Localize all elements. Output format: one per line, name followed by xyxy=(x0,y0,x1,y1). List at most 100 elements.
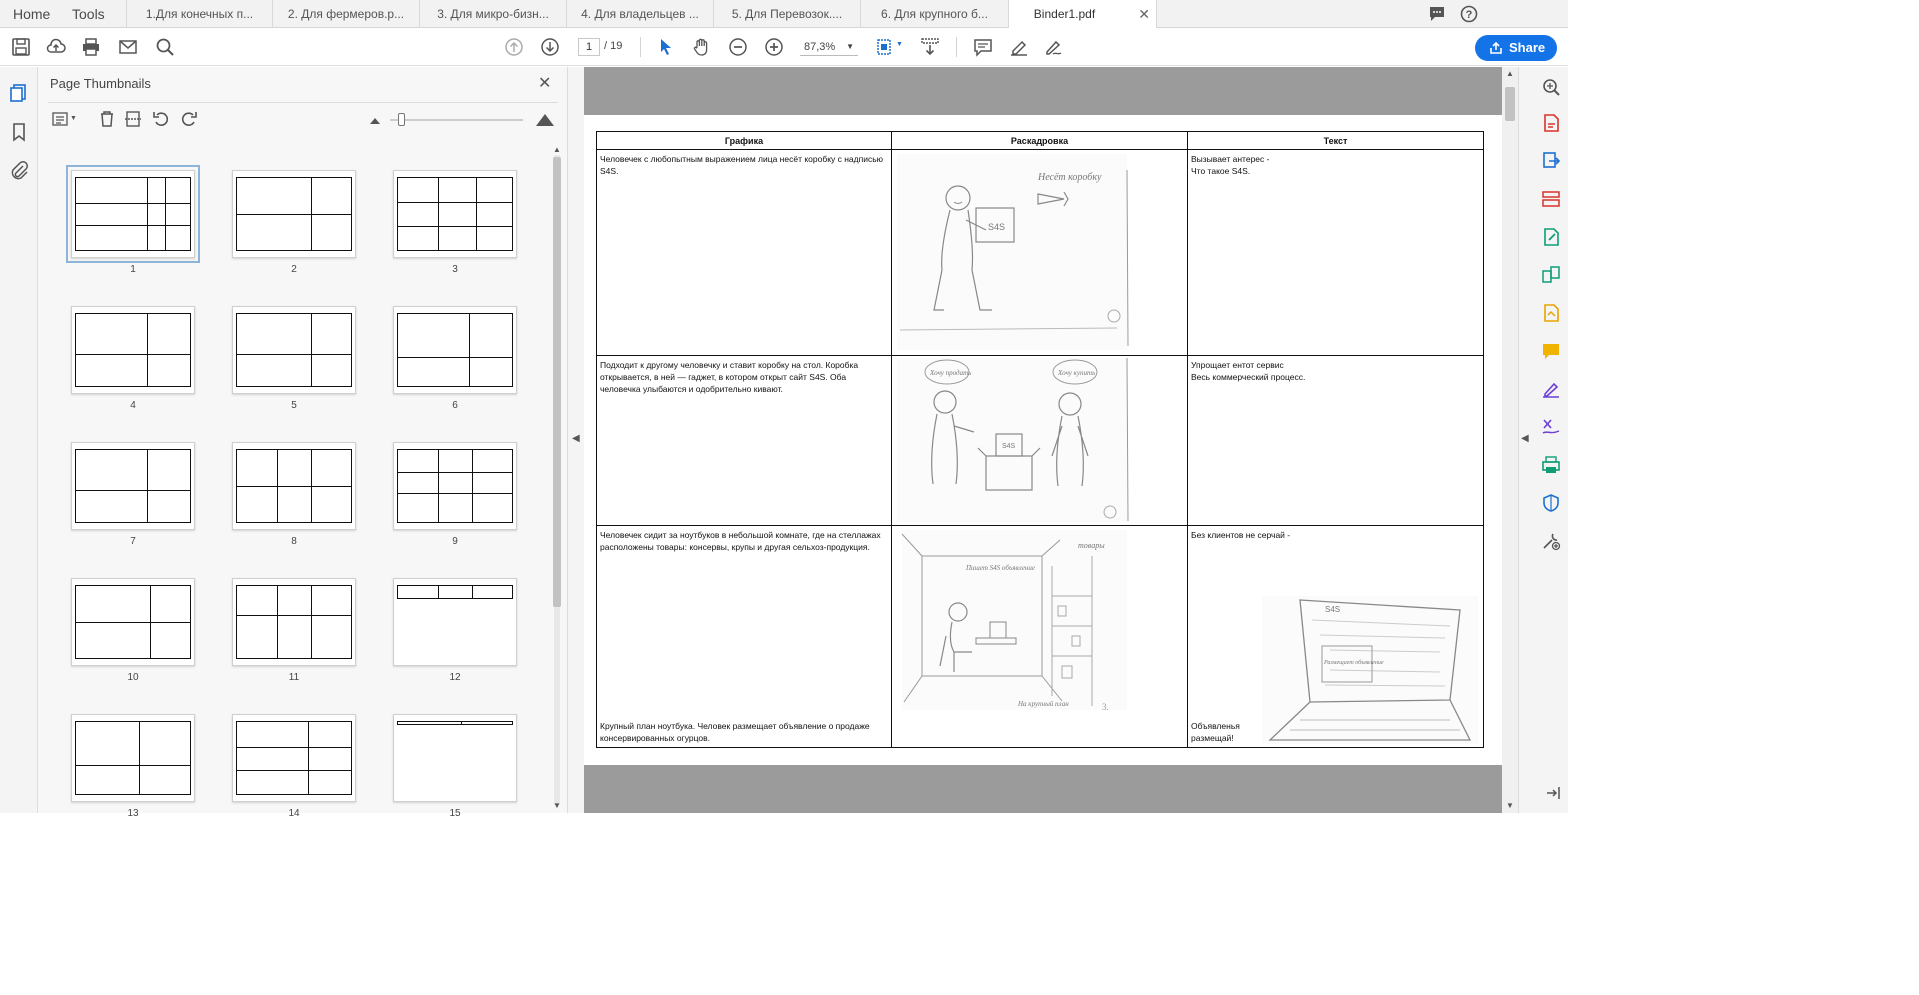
panel-splitter[interactable]: ◀ xyxy=(567,67,584,813)
zoom-level-select[interactable]: 87,3% ▼ xyxy=(800,38,858,56)
page-thumbnail[interactable] xyxy=(393,578,517,666)
options-menu-icon[interactable] xyxy=(52,111,70,127)
email-icon[interactable] xyxy=(118,37,138,57)
page-thumbnail[interactable] xyxy=(66,165,200,263)
thumbnail-page-number: 4 xyxy=(130,400,136,411)
scroll-down-icon[interactable]: ▼ xyxy=(553,801,561,810)
page-thumbnail[interactable] xyxy=(71,714,195,802)
organize-pages-icon[interactable] xyxy=(1541,189,1561,209)
text-cell: Вызывает антерес - Что такое S4S. xyxy=(1187,149,1484,356)
upload-cloud-icon[interactable] xyxy=(46,37,66,57)
page-thumbnail[interactable] xyxy=(232,714,356,802)
sketch-device-label: S4S xyxy=(1002,443,1016,450)
document-scrollbar-knob[interactable] xyxy=(1505,87,1515,121)
combine-files-icon[interactable] xyxy=(1541,265,1561,285)
page-thumbnail[interactable] xyxy=(393,714,517,802)
text-line: Без клиентов не серчай - xyxy=(1191,530,1291,540)
expand-tools-icon[interactable]: ◀ xyxy=(1521,433,1529,444)
fit-page-chevron-icon[interactable]: ▼ xyxy=(896,41,903,48)
print-production-icon[interactable] xyxy=(1541,455,1561,475)
export-pdf-icon[interactable] xyxy=(1541,151,1561,171)
zoom-in-icon[interactable] xyxy=(764,37,784,57)
document-tab[interactable]: 3. Для микро-бизн... xyxy=(419,0,566,28)
text-line: Объявленья xyxy=(1191,721,1240,731)
thumbnail-scrollbar[interactable]: ▲ ▼ xyxy=(552,145,562,813)
options-chevron-icon[interactable]: ▼ xyxy=(70,115,77,122)
search-icon[interactable] xyxy=(155,37,175,57)
edit-pdf-icon[interactable] xyxy=(1541,227,1561,247)
document-tab-active[interactable]: Binder1.pdf ✕ xyxy=(1008,0,1157,28)
page-thumbnail[interactable] xyxy=(71,306,195,394)
protect-icon[interactable] xyxy=(1541,493,1561,513)
thumbnail-scrollbar-knob[interactable] xyxy=(553,157,561,607)
request-signature-icon[interactable] xyxy=(1541,417,1561,437)
attachment-icon[interactable] xyxy=(9,160,29,180)
document-tab[interactable]: 1.Для конечных п... xyxy=(126,0,272,28)
document-scrollbar[interactable]: ▲ ▼ xyxy=(1502,67,1518,813)
chevron-down-icon: ▼ xyxy=(846,42,854,51)
rotate-right-icon[interactable] xyxy=(180,110,198,128)
save-icon[interactable] xyxy=(11,37,31,57)
highlight-pen-icon[interactable] xyxy=(1009,37,1029,57)
page-thumbnail[interactable] xyxy=(393,170,517,258)
scroll-down-icon[interactable]: ▼ xyxy=(1506,801,1514,810)
document-tab[interactable]: 6. Для крупного б... xyxy=(860,0,1008,28)
page-thumbnail[interactable] xyxy=(71,442,195,530)
delete-page-icon[interactable] xyxy=(98,110,116,128)
rotate-left-icon[interactable] xyxy=(152,110,170,128)
scroll-up-icon[interactable]: ▲ xyxy=(553,145,561,154)
page-thumbnail[interactable] xyxy=(232,578,356,666)
slider-handle[interactable] xyxy=(398,113,405,126)
hand-tool-icon[interactable] xyxy=(692,37,712,57)
zoom-out-icon[interactable] xyxy=(728,37,748,57)
text-cell: Без клиентов не серчай - S4S Размещает о… xyxy=(1187,525,1484,748)
collapse-rail-icon[interactable] xyxy=(1545,785,1561,801)
document-tab[interactable]: 5. Для Перевозок.... xyxy=(713,0,860,28)
document-viewer[interactable]: Графика Раскадровка Текст Человечек с лю… xyxy=(584,67,1502,813)
thumbnail-size-slider[interactable] xyxy=(390,119,523,121)
previous-page-icon[interactable] xyxy=(504,37,524,57)
page-number-input[interactable]: 1 xyxy=(578,38,600,56)
scroll-mode-icon[interactable] xyxy=(920,37,940,57)
fill-and-sign-icon[interactable] xyxy=(1541,379,1561,399)
page-thumbnail[interactable] xyxy=(232,170,356,258)
comment-tool-icon[interactable] xyxy=(1541,341,1561,361)
next-page-icon[interactable] xyxy=(540,37,560,57)
home-tab[interactable]: Home xyxy=(13,0,50,28)
extract-page-icon[interactable] xyxy=(124,110,142,128)
page-thumbnail[interactable] xyxy=(232,442,356,530)
thumbnail-page-number: 6 xyxy=(452,400,458,411)
help-icon[interactable]: ? xyxy=(1460,5,1478,23)
create-pdf-icon[interactable] xyxy=(1541,113,1561,133)
sketch-bubble-left: Хочу продать xyxy=(929,369,971,377)
enlarge-thumbnails-icon[interactable] xyxy=(535,111,555,127)
comment-icon[interactable] xyxy=(1428,5,1446,23)
print-icon[interactable] xyxy=(81,37,101,57)
enhance-scan-icon[interactable] xyxy=(1541,77,1561,97)
page-thumbnail[interactable] xyxy=(232,306,356,394)
thumbnail-page-number: 8 xyxy=(291,536,297,547)
thumbnail-page-number: 5 xyxy=(291,400,297,411)
page-thumbnails-icon[interactable] xyxy=(9,83,29,103)
bookmark-icon[interactable] xyxy=(10,122,28,142)
page-thumbnail[interactable] xyxy=(393,442,517,530)
fill-sign-icon[interactable] xyxy=(1541,303,1561,323)
close-panel-icon[interactable]: ✕ xyxy=(538,73,551,93)
tools-tab[interactable]: Tools xyxy=(72,0,105,28)
share-button[interactable]: Share xyxy=(1475,35,1557,61)
thumbnail-page-number: 10 xyxy=(127,672,139,683)
add-comment-icon[interactable] xyxy=(973,37,993,57)
fit-page-icon[interactable] xyxy=(875,37,895,57)
document-tab[interactable]: 2. Для фермеров.р... xyxy=(272,0,419,28)
sign-icon[interactable] xyxy=(1044,37,1064,57)
scroll-up-icon[interactable]: ▲ xyxy=(1506,69,1514,78)
document-tab[interactable]: 4. Для владельцев ... xyxy=(566,0,713,28)
page-thumbnail[interactable] xyxy=(393,306,517,394)
more-tools-icon[interactable] xyxy=(1541,531,1561,551)
page-thumbnail[interactable] xyxy=(71,578,195,666)
select-cursor-icon[interactable] xyxy=(656,37,676,57)
collapse-panel-icon[interactable]: ◀ xyxy=(572,433,580,444)
close-tab-icon[interactable]: ✕ xyxy=(1138,0,1150,28)
shrink-thumbnails-icon[interactable] xyxy=(369,115,381,125)
thumbnail-panel: Page Thumbnails ✕ ▼ 1 2 3 4 5 6 7 8 9 10 11 12 13 14 1… xyxy=(38,67,567,819)
